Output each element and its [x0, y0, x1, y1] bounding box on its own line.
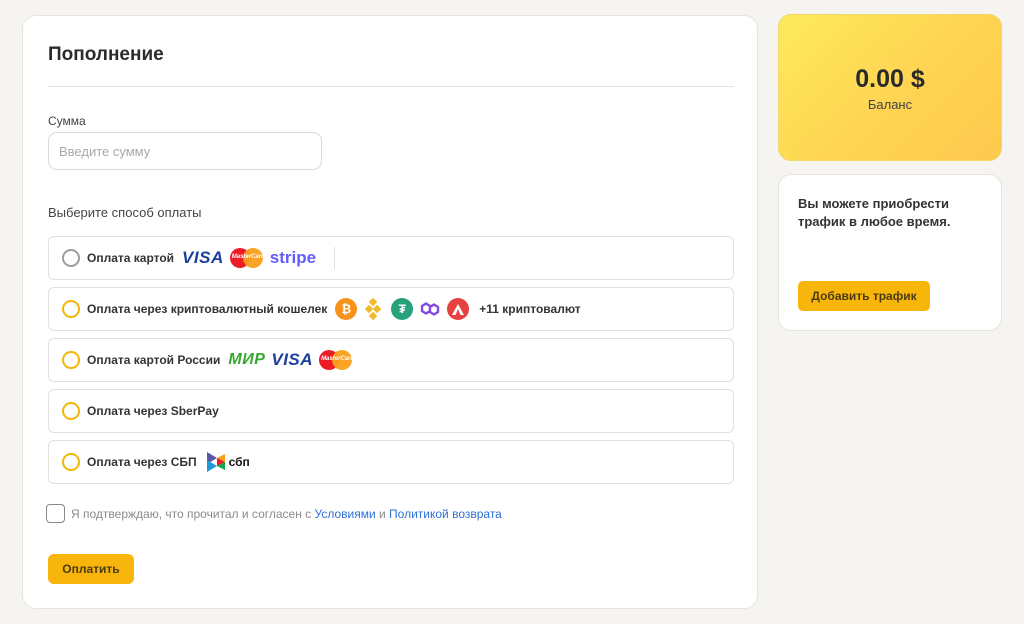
add-traffic-button[interactable]: Добавить трафик: [798, 281, 930, 311]
agree-checkbox[interactable]: [46, 504, 65, 523]
method-label: Оплата через SberPay: [87, 404, 219, 418]
polygon-icon: [419, 298, 441, 320]
title-divider: [48, 86, 734, 87]
sbp-icon: [206, 452, 225, 472]
radio-method-sberpay[interactable]: [62, 402, 80, 420]
method-russian-card[interactable]: Оплата картой России МИР VISA MasterCard: [48, 338, 734, 382]
mastercard-logo: MasterCard: [229, 247, 265, 269]
pay-button[interactable]: Оплатить: [48, 554, 134, 584]
method-crypto[interactable]: Оплата через криптовалютный кошелек ₿ ₮ …: [48, 287, 734, 331]
refund-policy-link[interactable]: Политикой возврата: [389, 507, 502, 521]
method-label: Оплата картой: [87, 251, 175, 265]
more-cryptos: +11 криптовалют: [479, 302, 581, 316]
terms-link[interactable]: Условиями: [315, 507, 376, 521]
agree-text: Я подтверждаю, что прочитал и согласен с…: [71, 506, 502, 521]
avalanche-icon: [447, 298, 470, 320]
page-title: Пополнение: [48, 44, 164, 65]
binance-icon: [363, 298, 385, 320]
balance-label: Баланс: [867, 97, 913, 112]
agree-row: Я подтверждаю, что прочитал и согласен с…: [46, 504, 502, 523]
mir-logo: МИР: [228, 351, 266, 368]
radio-method-card[interactable]: [62, 249, 80, 267]
topup-card: Пополнение Сумма Выберите способ оплаты …: [22, 15, 758, 609]
traffic-text: Вы можете приобрести трафик в любое врем…: [798, 196, 951, 229]
balance-card: 0.00 $ Баланс: [778, 14, 1002, 161]
tether-icon: ₮: [391, 298, 414, 320]
bitcoin-icon: ₿: [335, 298, 358, 320]
visa-logo: VISA: [182, 248, 224, 267]
traffic-card: Вы можете приобрести трафик в любое врем…: [778, 174, 1002, 331]
radio-method-russian-card[interactable]: [62, 351, 80, 369]
method-label: Оплата через криптовалютный кошелек: [87, 302, 328, 316]
radio-method-sbp[interactable]: [62, 453, 80, 471]
sbp-logo: сбп: [205, 451, 250, 473]
balance-value: 0.00 $: [855, 65, 925, 93]
visa-logo: VISA: [271, 350, 314, 369]
stripe-logo: stripe: [269, 248, 317, 267]
payment-method-list: Оплата картой VISA MasterCard stripe Опл…: [48, 236, 734, 491]
method-sberpay[interactable]: Оплата через SberPay: [48, 389, 734, 433]
amount-input[interactable]: [48, 132, 322, 170]
method-card[interactable]: Оплата картой VISA MasterCard stripe: [48, 236, 734, 280]
radio-method-crypto[interactable]: [62, 300, 80, 318]
logo-divider: [334, 247, 336, 269]
mastercard-logo: MasterCard: [319, 349, 354, 371]
method-sbp[interactable]: Оплата через СБП сбп: [48, 440, 734, 484]
amount-label: Сумма: [48, 114, 86, 128]
method-label: Оплата через СБП: [87, 455, 197, 469]
method-heading: Выберите способ оплаты: [48, 205, 202, 220]
method-label: Оплата картой России: [87, 353, 221, 367]
